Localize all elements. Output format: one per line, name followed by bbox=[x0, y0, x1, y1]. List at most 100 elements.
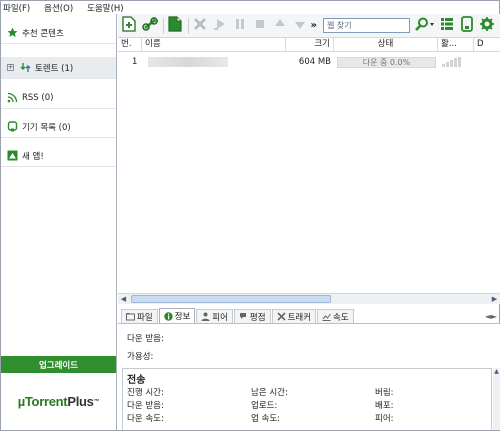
toolbar-overflow[interactable]: » bbox=[311, 20, 317, 31]
start-icon bbox=[213, 17, 227, 34]
row-status: 다운 중 0.0% bbox=[334, 56, 438, 68]
list-view-icon bbox=[440, 17, 454, 34]
scrollbar-thumb[interactable] bbox=[131, 295, 331, 303]
row-health bbox=[438, 57, 474, 67]
sidebar-item-label: 새 앱! bbox=[22, 151, 44, 162]
tab-speed[interactable]: 속도 bbox=[317, 309, 354, 323]
progress-bar: 다운 중 0.0% bbox=[337, 56, 436, 68]
column-size[interactable]: 크기 bbox=[286, 38, 334, 52]
table-row[interactable]: 1 604 MB 다운 중 0.0% bbox=[118, 54, 500, 70]
sidebar-item-label: 토렌트 (1) bbox=[35, 63, 74, 74]
remove-icon bbox=[193, 17, 207, 34]
availability-label: 가용성: bbox=[127, 352, 154, 362]
menu-file[interactable]: 파일(F) bbox=[3, 2, 30, 14]
horizontal-scrollbar[interactable]: ◀ ▶ bbox=[118, 293, 500, 304]
download-speed-label: 다운 속도: bbox=[127, 414, 164, 424]
sidebar-item-torrents[interactable]: + 토렌트 (1) bbox=[1, 57, 116, 79]
seeds-label: 배포: bbox=[375, 401, 394, 411]
device-icon bbox=[7, 121, 18, 132]
create-torrent-button[interactable] bbox=[168, 16, 183, 35]
tab-peers[interactable]: 피어 bbox=[196, 309, 233, 323]
column-status[interactable]: 상태 bbox=[334, 38, 438, 52]
tab-info[interactable]: 정보 bbox=[158, 308, 196, 323]
column-number[interactable]: 번. bbox=[118, 38, 142, 52]
progress-label: 다운 중 0.0% bbox=[362, 57, 411, 67]
downloaded-stat-label: 다운 받음: bbox=[127, 401, 164, 411]
sidebar: 추천 콘텐츠 + 토렌트 (1) RSS (0) 기기 목록 (0) 새 앱! … bbox=[1, 14, 117, 430]
sidebar-item-apps[interactable]: 새 앱! bbox=[1, 145, 116, 167]
toolbar-separator bbox=[187, 17, 189, 34]
speed-icon bbox=[322, 312, 331, 321]
elapsed-time-label: 진행 시간: bbox=[127, 388, 164, 398]
tab-label: 정보 bbox=[174, 312, 191, 322]
row-name bbox=[142, 57, 286, 67]
row-number: 1 bbox=[132, 57, 138, 67]
search-button[interactable] bbox=[415, 17, 435, 35]
info-panel: 다운 받음: 가용성: 전송 진행 시간: 다운 받음: 다운 속도: 남은 시… bbox=[118, 324, 500, 430]
tab-ratings[interactable]: 평점 bbox=[233, 309, 271, 323]
app-window: 파일(F) 옵션(O) 도움말(H) 추천 콘텐츠 + 토렌트 (1) RSS … bbox=[0, 0, 500, 431]
move-down-button[interactable] bbox=[293, 17, 308, 35]
blurred-name bbox=[148, 57, 228, 67]
scroll-right-icon[interactable]: ▶ bbox=[489, 294, 500, 304]
list-view-button[interactable] bbox=[440, 17, 455, 35]
remove-button[interactable] bbox=[193, 17, 208, 35]
torrent-list-header: 번. 이름 크기 상태 활... D bbox=[118, 38, 500, 52]
tab-files[interactable]: 파일 bbox=[121, 309, 158, 323]
search-input[interactable] bbox=[327, 19, 409, 32]
scroll-left-icon[interactable]: ◀ bbox=[118, 294, 129, 304]
scroll-up-icon[interactable]: ▲ bbox=[493, 368, 500, 375]
remote-icon bbox=[460, 16, 474, 35]
menu-options[interactable]: 옵션(O) bbox=[44, 2, 73, 14]
files-icon bbox=[126, 312, 135, 321]
ratings-icon bbox=[239, 312, 248, 321]
column-name[interactable]: 이름 bbox=[142, 38, 286, 52]
stop-icon bbox=[253, 17, 267, 34]
move-down-icon bbox=[293, 17, 307, 34]
torrents-icon bbox=[20, 62, 31, 73]
vertical-scrollbar[interactable]: ▲ bbox=[493, 368, 500, 430]
column-health[interactable]: 활... bbox=[438, 38, 474, 52]
sidebar-item-featured[interactable]: 추천 콘텐츠 bbox=[1, 22, 116, 44]
add-torrent-button[interactable] bbox=[122, 16, 137, 35]
star-icon bbox=[7, 27, 18, 38]
column-download-speed[interactable]: D bbox=[474, 38, 494, 52]
add-url-button[interactable] bbox=[142, 17, 158, 35]
logo-trademark: ™ bbox=[93, 398, 100, 405]
remote-button[interactable] bbox=[460, 16, 475, 35]
pause-button[interactable] bbox=[233, 17, 248, 35]
settings-button[interactable] bbox=[480, 17, 495, 35]
torrent-list: 1 604 MB 다운 중 0.0% bbox=[118, 52, 500, 293]
tab-scroll-icon[interactable]: ◄► bbox=[485, 312, 497, 321]
logo-plus: Plus bbox=[67, 394, 94, 409]
sidebar-item-label: 기기 목록 (0) bbox=[22, 122, 71, 133]
stop-button[interactable] bbox=[253, 17, 268, 35]
peers-icon bbox=[201, 312, 210, 321]
sidebar-item-label: RSS (0) bbox=[22, 92, 54, 103]
tab-trackers[interactable]: 트래커 bbox=[271, 309, 317, 323]
sidebar-item-devices[interactable]: 기기 목록 (0) bbox=[1, 116, 116, 138]
remaining-time-label: 남은 시간: bbox=[251, 388, 288, 398]
toolbar: » bbox=[118, 14, 500, 38]
wasted-label: 버림: bbox=[375, 388, 394, 398]
start-button[interactable] bbox=[213, 17, 228, 35]
sidebar-item-rss[interactable]: RSS (0) bbox=[1, 87, 116, 109]
tab-label: 피어 bbox=[212, 312, 228, 323]
add-url-icon bbox=[142, 16, 158, 35]
move-up-icon bbox=[273, 17, 287, 34]
rss-icon bbox=[7, 92, 18, 103]
search-field[interactable] bbox=[323, 18, 410, 33]
move-up-button[interactable] bbox=[273, 17, 288, 35]
search-icon bbox=[415, 17, 435, 34]
settings-icon bbox=[480, 17, 495, 34]
menu-help[interactable]: 도움말(H) bbox=[87, 2, 123, 14]
create-torrent-icon bbox=[168, 16, 182, 35]
transfer-title: 전송 bbox=[127, 375, 146, 386]
toolbar-separator bbox=[162, 17, 164, 34]
pause-icon bbox=[233, 17, 247, 34]
info-icon bbox=[163, 311, 173, 321]
add-torrent-icon bbox=[122, 16, 137, 35]
tab-label: 속도 bbox=[333, 312, 349, 323]
expand-icon[interactable]: + bbox=[7, 64, 14, 71]
upgrade-button[interactable]: 업그레이드 bbox=[1, 356, 116, 373]
